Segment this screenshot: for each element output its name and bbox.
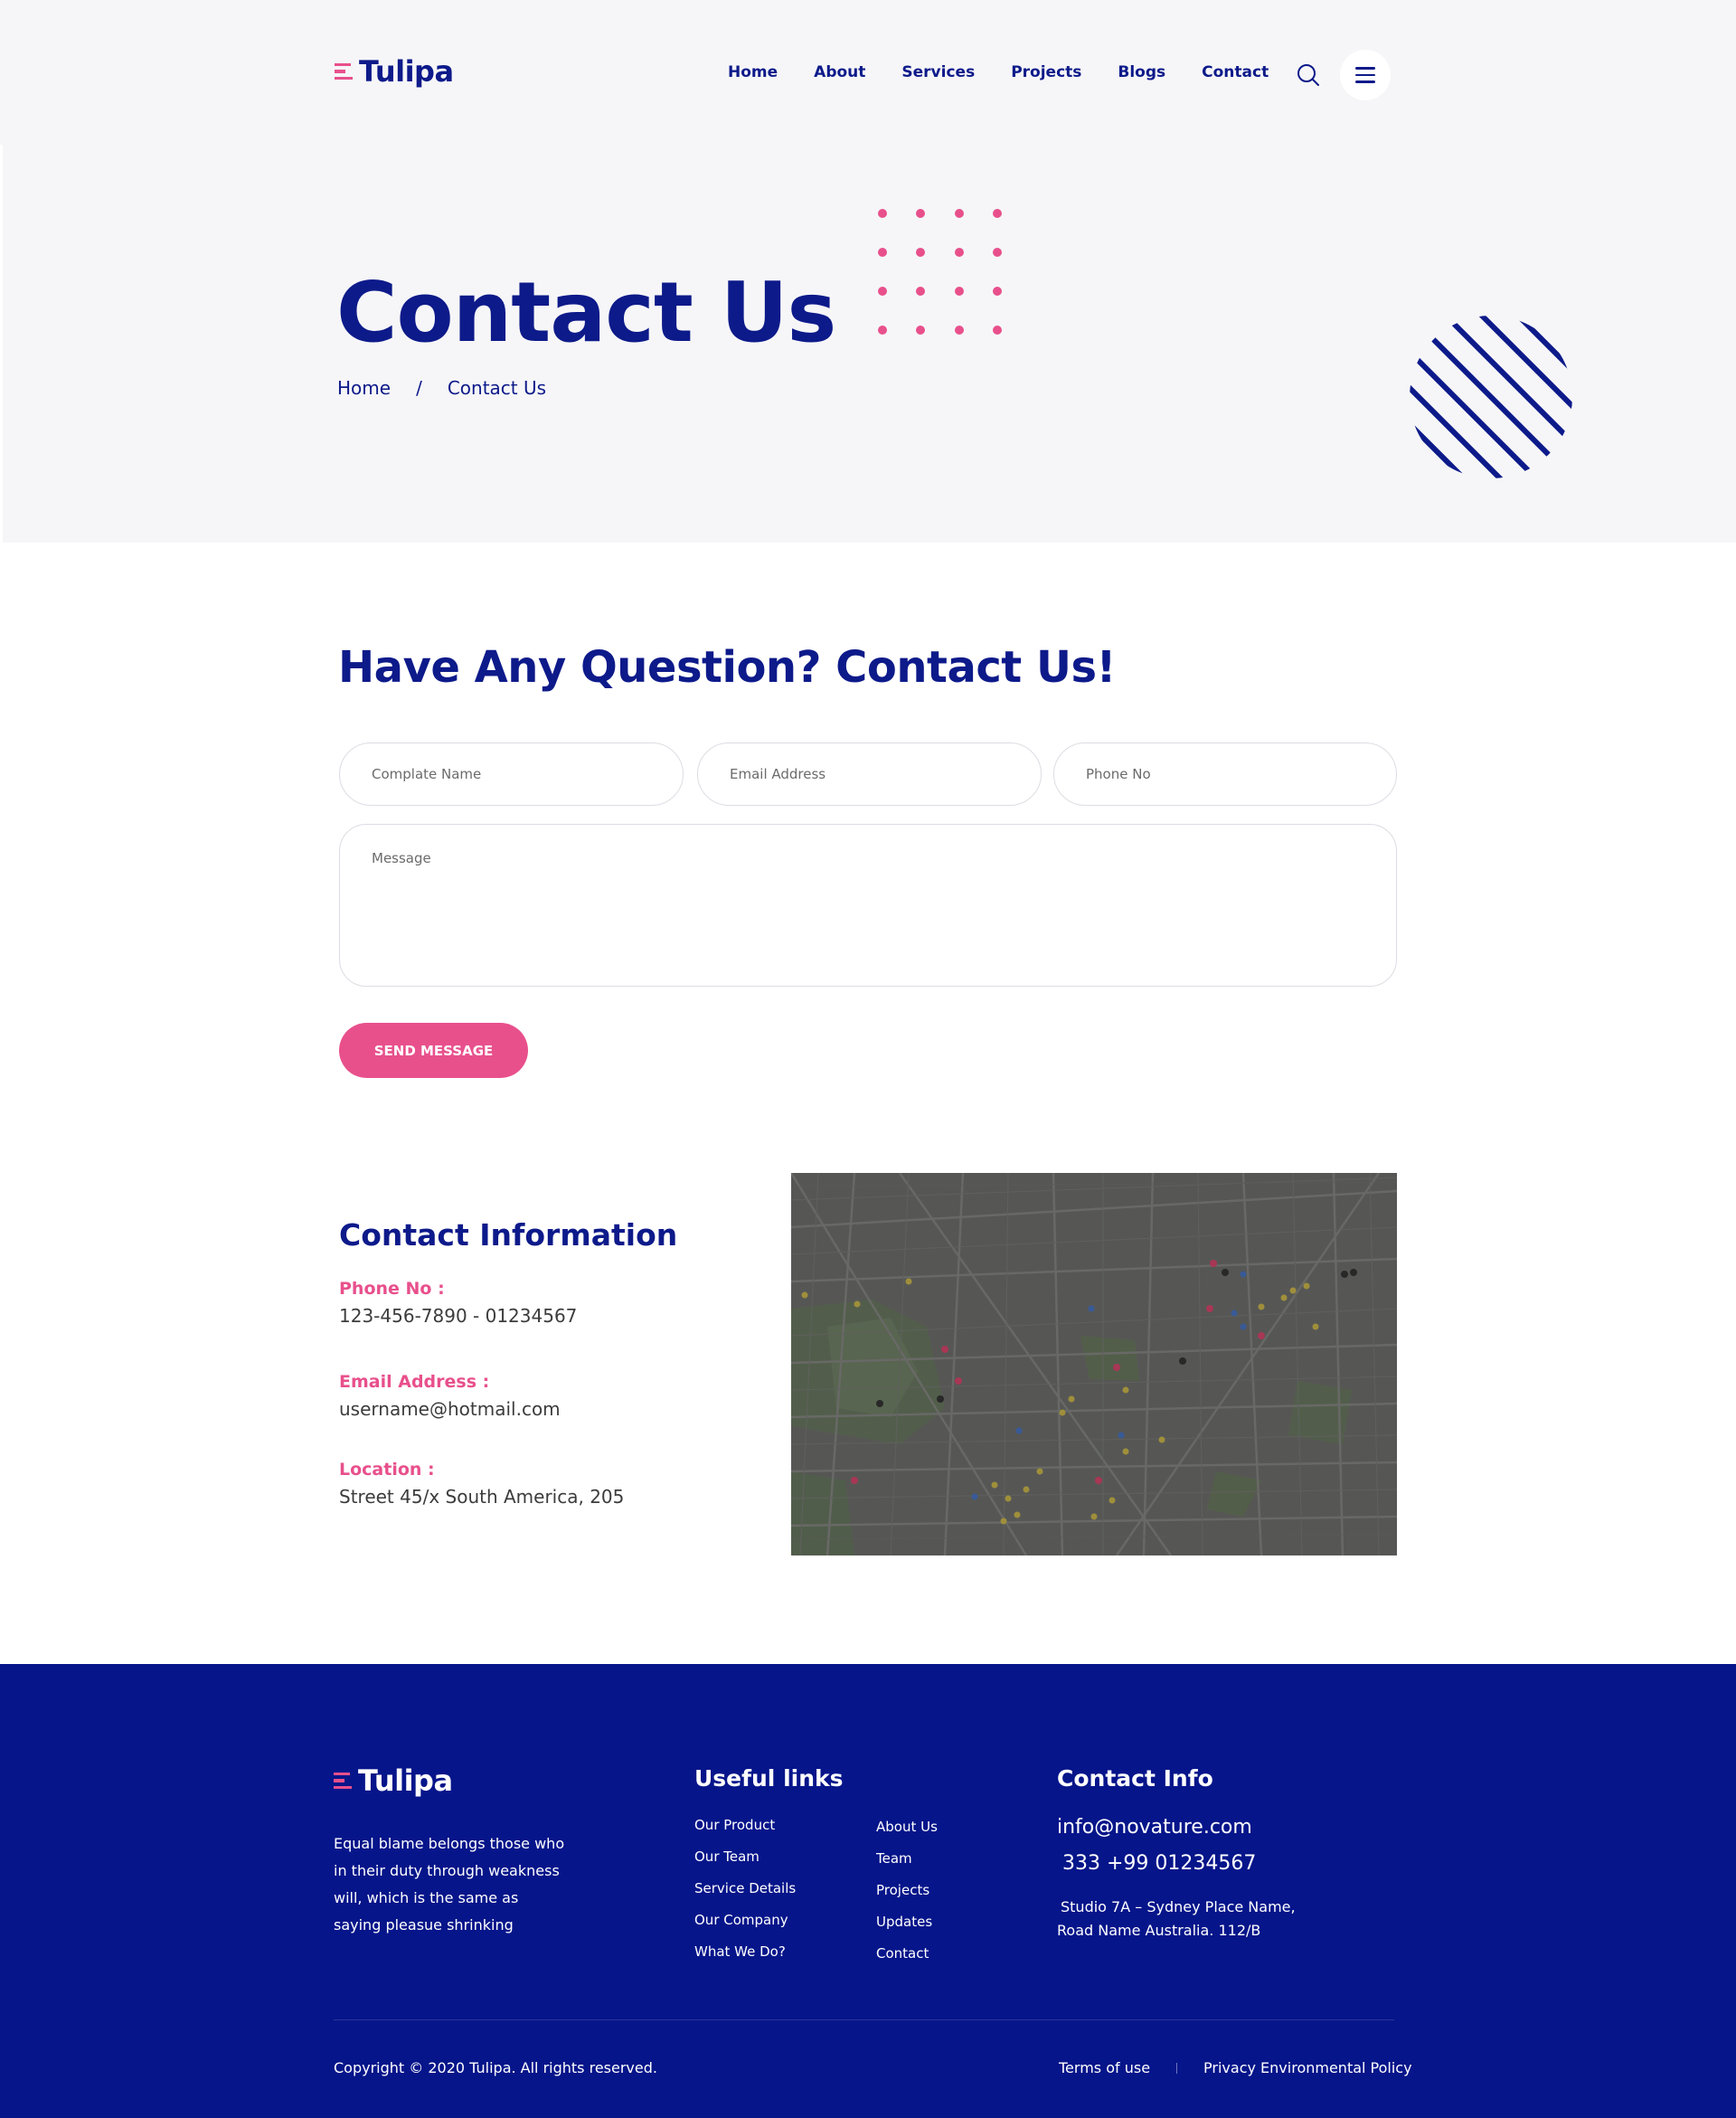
- phone-field[interactable]: [1053, 742, 1397, 806]
- site-logo[interactable]: Tulipa: [335, 54, 454, 89]
- logo-text: Tulipa: [359, 54, 454, 89]
- nav-contact[interactable]: Contact: [1202, 63, 1269, 81]
- nav-blogs[interactable]: Blogs: [1118, 63, 1165, 81]
- breadcrumb-home[interactable]: Home: [337, 377, 391, 399]
- form-heading: Have Any Question? Contact Us!: [338, 642, 1116, 693]
- useful-links-col2: About Us Team Projects Updates Contact: [876, 1819, 938, 1977]
- message-field[interactable]: [339, 824, 1397, 987]
- footer-link-our-company[interactable]: Our Company: [694, 1912, 788, 1928]
- location-value: Street 45/x South America, 205: [339, 1486, 625, 1508]
- footer-link-what-we-do[interactable]: What We Do?: [694, 1943, 786, 1960]
- copyright-text: Copyright © 2020 Tulipa. All rights rese…: [334, 2059, 657, 2076]
- dot-grid-decoration: [878, 209, 1002, 335]
- privacy-policy-link[interactable]: Privacy Environmental Policy: [1203, 2059, 1412, 2076]
- search-button[interactable]: [1295, 61, 1322, 89]
- logo-mark-icon: [334, 1772, 352, 1790]
- phone-value: 123-456-7890 - 01234567: [339, 1305, 578, 1327]
- breadcrumb: Home / Contact Us: [337, 377, 546, 399]
- footer-link-projects[interactable]: Projects: [876, 1882, 929, 1898]
- email-field[interactable]: [697, 742, 1042, 806]
- menu-button[interactable]: [1340, 50, 1391, 100]
- nav-projects[interactable]: Projects: [1011, 63, 1081, 81]
- striped-circle-decoration: [1410, 316, 1572, 478]
- footer-logo-text: Tulipa: [358, 1763, 453, 1798]
- email-value: username@hotmail.com: [339, 1398, 561, 1420]
- contact-info-heading: Contact Information: [339, 1217, 678, 1253]
- site-footer: Tulipa Equal blame belongs those who in …: [0, 1664, 1736, 2118]
- email-label: Email Address :: [339, 1372, 490, 1392]
- search-icon: [1297, 64, 1319, 86]
- breadcrumb-current: Contact Us: [447, 377, 547, 399]
- terms-of-use-link[interactable]: Terms of use: [1059, 2059, 1150, 2076]
- breadcrumb-separator: /: [416, 377, 422, 399]
- footer-link-team[interactable]: Team: [876, 1850, 912, 1867]
- main-nav: Home About Services Projects Blogs Conta…: [728, 63, 1269, 81]
- phone-label: Phone No :: [339, 1279, 445, 1299]
- contact-info-footer-heading: Contact Info: [1057, 1765, 1213, 1792]
- footer-legal-links: Terms of use Privacy Environmental Polic…: [1059, 2059, 1412, 2076]
- useful-links-col1: Our Product Our Team Service Details Our…: [694, 1817, 796, 1975]
- page-title: Contact Us: [336, 264, 836, 361]
- footer-link-updates[interactable]: Updates: [876, 1914, 932, 1930]
- footer-link-our-product[interactable]: Our Product: [694, 1817, 775, 1833]
- footer-address-line2: Road Name Australia. 112/B: [1057, 1922, 1261, 1939]
- nav-about[interactable]: About: [814, 63, 865, 81]
- map-image: [791, 1173, 1397, 1555]
- footer-divider: [334, 2019, 1394, 2020]
- send-message-button[interactable]: SEND MESSAGE: [339, 1023, 528, 1078]
- hero-section: Tulipa Home About Services Projects Blog…: [0, 0, 1736, 543]
- footer-link-service-details[interactable]: Service Details: [694, 1880, 796, 1896]
- footer-logo[interactable]: Tulipa: [334, 1763, 453, 1798]
- useful-links-heading: Useful links: [694, 1765, 844, 1792]
- footer-address-line1: Studio 7A – Sydney Place Name,: [1061, 1898, 1296, 1915]
- footer-link-about-us[interactable]: About Us: [876, 1819, 938, 1835]
- logo-mark-icon: [335, 62, 353, 80]
- nav-home[interactable]: Home: [728, 63, 778, 81]
- location-label: Location :: [339, 1460, 435, 1480]
- footer-email[interactable]: info@novature.com: [1057, 1816, 1252, 1839]
- hamburger-icon: [1355, 67, 1375, 83]
- footer-phone: 333 +99 01234567: [1062, 1852, 1257, 1875]
- footer-link-our-team[interactable]: Our Team: [694, 1849, 760, 1865]
- footer-about-text: Equal blame belongs those who in their d…: [334, 1835, 565, 1934]
- hero-edge: [0, 145, 3, 543]
- location-map[interactable]: [791, 1173, 1397, 1555]
- name-field[interactable]: [339, 742, 684, 806]
- legal-separator: [1176, 2062, 1178, 2074]
- nav-services[interactable]: Services: [901, 63, 975, 81]
- footer-link-contact[interactable]: Contact: [876, 1945, 929, 1962]
